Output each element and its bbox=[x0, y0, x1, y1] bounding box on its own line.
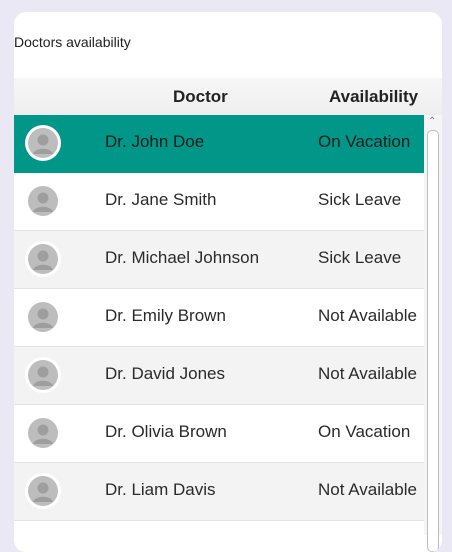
avatar-icon bbox=[25, 125, 61, 161]
avatar-icon bbox=[25, 357, 61, 393]
availability-status: Sick Leave bbox=[318, 190, 402, 209]
table-row[interactable]: Dr. David Jones Not Available bbox=[14, 347, 424, 405]
panel-title: Doctors availability bbox=[14, 34, 131, 50]
table-row[interactable]: Dr. Olivia Brown On Vacation bbox=[14, 405, 424, 463]
table-row[interactable]: Dr. Michael Johnson Sick Leave bbox=[14, 231, 424, 289]
availability-status: On Vacation bbox=[318, 132, 411, 151]
availability-status: Sick Leave bbox=[318, 248, 402, 267]
table-row[interactable]: Dr. John Doe On Vacation bbox=[14, 115, 424, 173]
avatar-icon bbox=[25, 241, 61, 277]
table-row[interactable]: Dr. Emily Brown Not Available bbox=[14, 289, 424, 347]
chevron-up-icon[interactable]: ⌃ bbox=[428, 116, 436, 128]
doctor-name: Dr. Jane Smith bbox=[105, 190, 217, 209]
vertical-scrollbar[interactable]: ⌃ bbox=[424, 115, 442, 552]
column-header-availability[interactable]: Availability bbox=[329, 87, 418, 107]
table-row[interactable]: Dr. Liam Davis Not Available bbox=[14, 463, 424, 521]
doctor-name: Dr. Michael Johnson bbox=[105, 248, 260, 267]
scrollbar-thumb[interactable] bbox=[427, 130, 439, 552]
doctor-name: Dr. Liam Davis bbox=[105, 480, 216, 499]
column-header-doctor[interactable]: Doctor bbox=[173, 87, 228, 107]
avatar-icon bbox=[25, 299, 61, 335]
doctor-name: Dr. David Jones bbox=[105, 364, 225, 383]
doctors-availability-panel: Doctors availability Doctor Availability… bbox=[14, 12, 442, 552]
avatar-icon bbox=[25, 183, 61, 219]
doctor-list: Dr. John Doe On Vacation Dr. Jane Smith … bbox=[14, 115, 424, 521]
availability-status: Not Available bbox=[318, 480, 417, 499]
table-header: Doctor Availability bbox=[14, 78, 442, 116]
avatar-icon bbox=[25, 473, 61, 509]
doctor-name: Dr. John Doe bbox=[105, 132, 205, 151]
availability-status: Not Available bbox=[318, 364, 417, 383]
availability-status: Not Available bbox=[318, 306, 417, 325]
availability-status: On Vacation bbox=[318, 422, 411, 441]
avatar-icon bbox=[25, 415, 61, 451]
table-row[interactable]: Dr. Jane Smith Sick Leave bbox=[14, 173, 424, 231]
doctor-name: Dr. Emily Brown bbox=[105, 306, 226, 325]
doctor-name: Dr. Olivia Brown bbox=[105, 422, 227, 441]
